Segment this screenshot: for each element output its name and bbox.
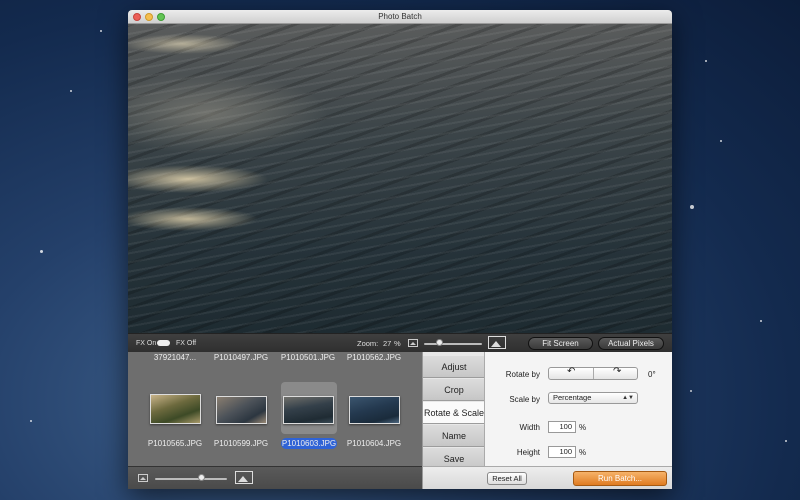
settings-footer: Reset All Run Batch... [422, 466, 672, 489]
thumb-size-slider-knob[interactable] [197, 474, 205, 481]
fit-screen-button[interactable]: Fit Screen [528, 337, 593, 350]
preview-toolbar: FX On FX Off Zoom: 27 % Fit Screen Actua… [128, 333, 672, 352]
width-unit: % [579, 423, 587, 432]
scale-by-select[interactable]: Percentage ▲▼ [548, 392, 638, 404]
fx-off-label: FX Off [176, 340, 197, 347]
selected-thumbnail-name[interactable]: P1010603.JPG [281, 438, 337, 449]
zoom-label: Zoom: [357, 339, 379, 348]
zoom-unit: % [394, 339, 401, 348]
window-title: Photo Batch [378, 12, 422, 21]
fx-on-label: FX On [136, 340, 157, 347]
minimize-window-button[interactable] [145, 13, 153, 21]
thumbnail-image[interactable] [283, 396, 334, 424]
thumbnail-name[interactable]: P1010599.JPG [206, 439, 276, 448]
thumb-larger-icon[interactable] [235, 471, 253, 484]
zoom-slider-track[interactable] [424, 343, 482, 345]
file-name-label: P1010562.JPG [346, 353, 402, 362]
rotate-divider [593, 368, 594, 379]
tab-name[interactable]: Name [423, 425, 485, 447]
rotate-left-icon[interactable]: ↶ [567, 366, 575, 377]
height-unit: % [579, 448, 587, 457]
zoom-in-image-icon[interactable] [488, 336, 506, 349]
image-preview[interactable] [128, 24, 672, 343]
thumbnail-image[interactable] [349, 396, 400, 424]
reset-all-button[interactable]: Reset All [487, 472, 527, 485]
close-window-button[interactable] [133, 13, 141, 21]
width-label: Width [519, 423, 540, 432]
thumbnail-name[interactable]: P1010565.JPG [140, 439, 210, 448]
file-name-label: P1010501.JPG [280, 353, 336, 362]
zoom-out-image-icon[interactable] [408, 339, 418, 347]
thumbnail-image[interactable] [216, 396, 267, 424]
rotate-degrees: 0° [648, 370, 656, 379]
fx-toggle[interactable] [157, 340, 170, 346]
scale-by-value: Percentage [553, 393, 592, 402]
thumbnail-image[interactable] [150, 394, 201, 424]
width-field[interactable]: 100 [548, 421, 576, 433]
settings-tabs: Adjust Crop Rotate & Scale Name Save [422, 352, 485, 470]
select-arrows-icon: ▲▼ [622, 395, 634, 401]
height-label: Height [516, 448, 540, 457]
scale-by-label: Scale by [509, 395, 540, 404]
thumbnail-name[interactable]: P1010604.JPG [339, 439, 409, 448]
tab-adjust[interactable]: Adjust [423, 356, 485, 378]
height-field[interactable]: 100 [548, 446, 576, 458]
thumb-size-slider-track[interactable] [155, 478, 227, 480]
photo-batch-window: Photo Batch FX On FX Off Zoom: 27 % Fit … [128, 10, 672, 489]
rotate-right-icon[interactable]: ↷ [613, 366, 621, 377]
zoom-value: 27 [383, 339, 392, 348]
rotate-scale-panel: Rotate by ↶ ↷ 0° Scale by Percentage ▲▼ … [484, 352, 672, 466]
tab-crop[interactable]: Crop [423, 379, 485, 401]
file-name-label: P1010497.JPG [213, 353, 269, 362]
run-batch-button[interactable]: Run Batch... [573, 471, 667, 486]
rotate-by-label: Rotate by [505, 370, 540, 379]
actual-pixels-button[interactable]: Actual Pixels [598, 337, 664, 350]
tab-rotate-scale[interactable]: Rotate & Scale [423, 402, 485, 424]
thumb-smaller-icon[interactable] [138, 474, 148, 482]
image-browser: 37921047... P1010497.JPG P1010501.JPG P1… [128, 352, 422, 466]
title-bar: Photo Batch [128, 10, 672, 24]
rotate-control: ↶ ↷ [548, 366, 638, 380]
zoom-window-button[interactable] [157, 13, 165, 21]
file-name-label: 37921047... [153, 353, 197, 362]
browser-footer [128, 466, 422, 489]
